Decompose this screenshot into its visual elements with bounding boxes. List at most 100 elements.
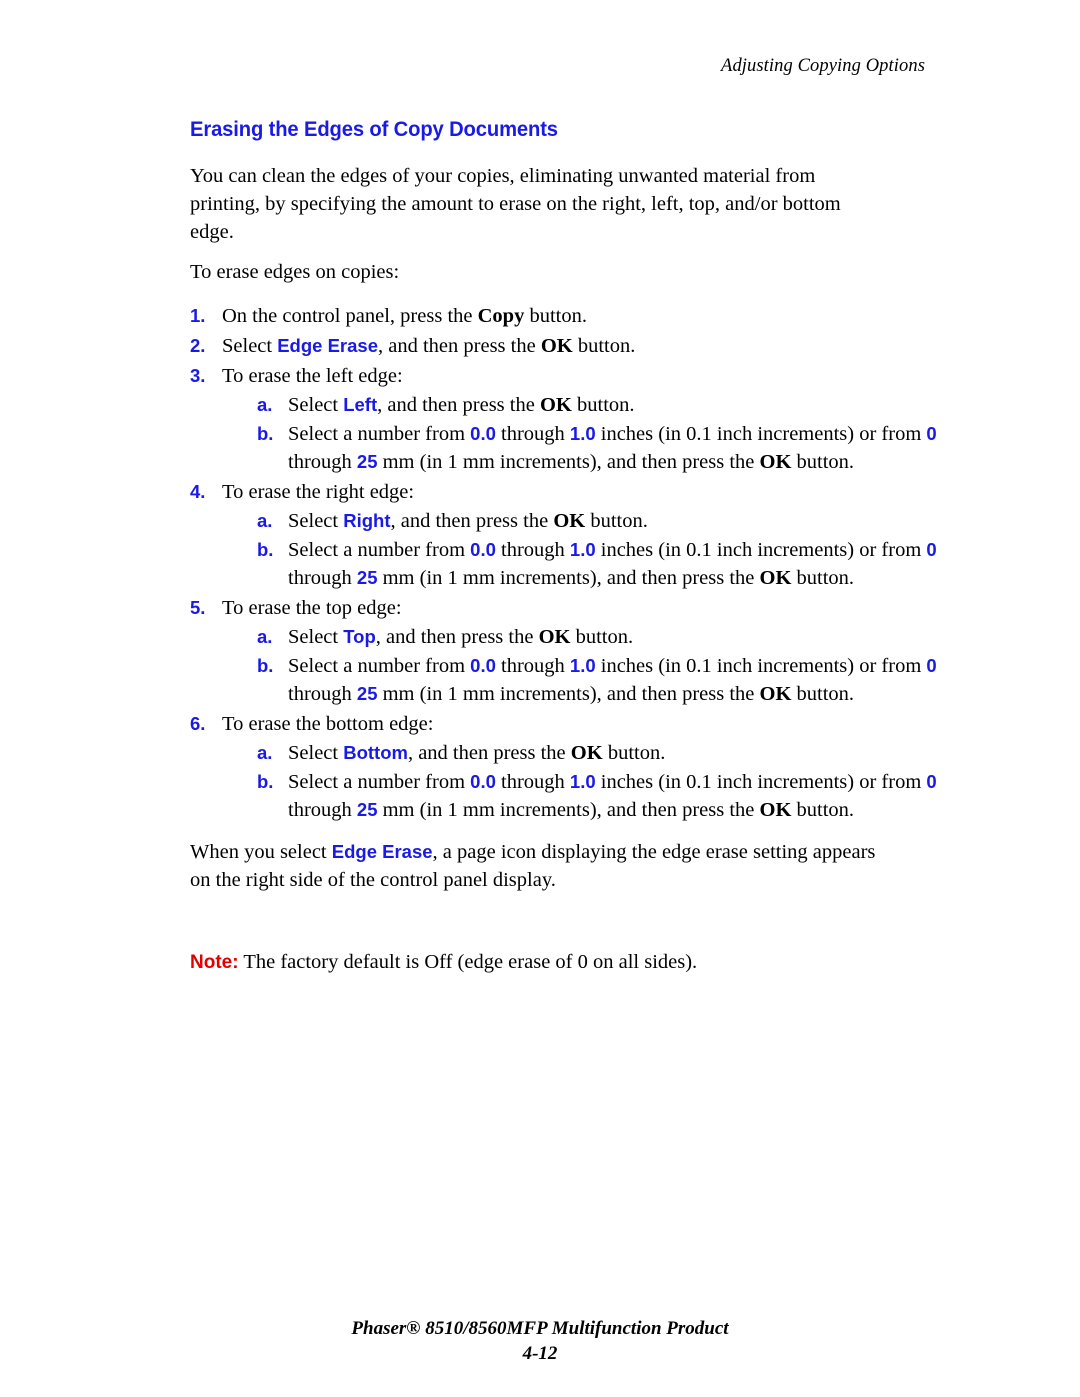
value-term: 0.0 [470,422,496,444]
procedure-substep: a. Select Right, and then press the OK bu… [257,507,890,535]
substep-letter: b. [257,538,274,560]
substep-text: button. [791,682,855,705]
value-term: 1.0 [569,538,596,560]
hardware-button-term: OK [539,393,572,416]
substep-body: Select Left, and then press the OK butto… [288,391,938,419]
substep-body: Select a number from 0.0 through 1.0 inc… [288,652,938,708]
hardware-button-term: OK [759,450,792,473]
substep-text: through [495,538,570,561]
substep-text: Select [288,509,344,532]
step-number: 6. [190,712,206,734]
step-body: To erase the right edge: [222,481,414,503]
step-body: Select Edge Erase, and then press the OK… [222,335,635,357]
substep-text: through [495,422,570,445]
footer-page-number: 4-12 [522,1343,558,1364]
step-body: To erase the top edge: [222,597,402,619]
step-text: button. [524,304,587,327]
step-number: 3. [190,364,206,386]
substep-text: Select a number from [288,538,471,561]
value-term: 25 [356,682,378,704]
page-content: Erasing the Edges of Copy Documents You … [190,117,937,997]
substep-text: inches (in 0.1 inch increments) or from [595,770,927,793]
procedure-substeps: a. Select Top, and then press the OK butt… [222,623,937,708]
hardware-button-term: OK [540,334,573,357]
value-term: 1.0 [569,422,596,444]
hardware-button-term: OK [553,509,586,532]
procedure-step: 2. Select Edge Erase, and then press the … [190,332,890,360]
substep-text: Select [288,741,344,764]
substep-letter: b. [257,422,274,444]
hardware-button-term: OK [759,566,792,589]
page-footer: Phaser® 8510/8560MFP Multifunction Produ… [0,1316,1080,1366]
substep-text: through [288,450,357,473]
substep-text: button. [791,798,855,821]
procedure-step: 5. To erase the top edge: a. Select Top, an… [190,594,937,708]
value-term: 0 [926,538,937,560]
substep-text: Select [288,625,344,648]
substep-letter: a. [257,741,273,763]
substep-text: , and then press the [377,393,540,416]
menu-item-term: Edge Erase [277,334,378,356]
value-term: 25 [356,450,378,472]
note-text: The factory default is Off (edge erase o… [238,950,698,973]
substep-text: mm (in 1 mm increments), and then press … [377,682,760,705]
closing-paragraph: When you select Edge Erase, a page icon … [190,838,890,894]
step-number: 5. [190,596,206,618]
substep-text: mm (in 1 mm increments), and then press … [377,450,760,473]
hardware-button-term: OK [759,798,792,821]
hardware-button-term: OK [759,682,792,705]
substep-text: Select a number from [288,654,471,677]
step-body: On the control panel, press the Copy but… [222,305,587,327]
procedure-substep: a. Select Top, and then press the OK butt… [257,623,890,651]
step-text: To erase the bottom edge: [222,712,434,735]
procedure-step: 4. To erase the right edge: a. Select Right… [190,478,937,592]
step-body: To erase the left edge: [222,365,403,387]
procedure-substep: b. Select a number from 0.0 through 1.0 i… [257,652,937,708]
procedure-substeps: a. Select Right, and then press the OK bu… [222,507,937,592]
substep-body: Select Top, and then press the OK button… [288,623,938,651]
step-text: To erase the left edge: [222,364,403,387]
step-number: 2. [190,334,206,356]
hardware-button-term: Copy [477,304,525,327]
substep-text: inches (in 0.1 inch increments) or from [595,422,927,445]
substep-body: Select Bottom, and then press the OK but… [288,739,938,767]
step-text: , and then press the [378,334,541,357]
value-term: 0.0 [470,770,496,792]
substep-text: Select a number from [288,422,471,445]
value-term: 0 [926,770,937,792]
procedure-steps: 1. On the control panel, press the Copy b… [190,302,937,824]
note-label: Note: [190,951,239,973]
footer-product-name: Phaser® 8510/8560MFP Multifunction Produ… [351,1318,729,1339]
running-header: Adjusting Copying Options [721,56,925,76]
procedure-substep: a. Select Bottom, and then press the OK b… [257,739,890,767]
substep-text: Select [288,393,344,416]
substep-text: , and then press the [407,741,571,764]
substep-letter: a. [257,393,273,415]
step-body: To erase the bottom edge: [222,713,433,735]
substep-body: Select a number from 0.0 through 1.0 inc… [288,536,938,592]
step-number: 1. [190,304,206,326]
substep-text: inches (in 0.1 inch increments) or from [595,538,927,561]
substep-text: mm (in 1 mm increments), and then press … [377,566,760,589]
value-term: 0 [926,422,937,444]
substep-text: button. [791,566,855,589]
substep-body: Select a number from 0.0 through 1.0 inc… [288,768,938,824]
menu-item-term: Right [343,509,391,531]
step-text: On the control panel, press the [222,304,478,327]
substep-text: through [288,798,357,821]
page-title: Erasing the Edges of Copy Documents [190,117,558,141]
menu-item-term: Top [343,625,376,647]
substep-text: through [495,770,570,793]
hardware-button-term: OK [570,741,603,764]
procedure-substep: b. Select a number from 0.0 through 1.0 i… [257,768,937,824]
substep-text: , and then press the [390,509,554,532]
substep-text: button. [570,625,634,648]
substep-letter: b. [257,770,274,792]
value-term: 25 [356,798,378,820]
procedure-substeps: a. Select Bottom, and then press the OK b… [222,739,937,824]
substep-text: , and then press the [375,625,539,648]
substep-text: inches (in 0.1 inch increments) or from [595,654,927,677]
step-text: To erase the top edge: [222,596,402,619]
step-text: button. [572,334,636,357]
value-term: 1.0 [569,770,596,792]
